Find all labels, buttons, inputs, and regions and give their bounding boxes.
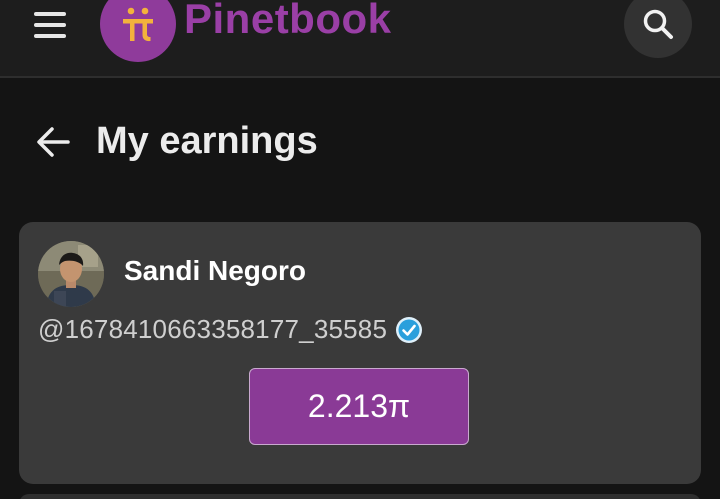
pi-glyph-icon [123, 7, 153, 42]
avatar[interactable] [38, 241, 104, 307]
menu-button[interactable] [30, 10, 70, 44]
menu-bar-line [34, 12, 66, 16]
user-name[interactable]: Sandi Negoro [124, 255, 306, 287]
user-handle: @1678410663358177_35585 [38, 314, 388, 344]
menu-bar-line [34, 34, 66, 38]
pi-logo-icon [100, 0, 176, 62]
arrow-left-icon [37, 127, 70, 157]
app-screen: Pinetbook My earnings Sandi Negoro @1678… [0, 0, 720, 499]
search-button[interactable] [624, 0, 692, 58]
next-card-edge [19, 494, 701, 499]
avatar-photo [38, 241, 104, 307]
back-button[interactable] [34, 122, 74, 162]
top-bar: Pinetbook [0, 0, 720, 78]
earnings-card: Sandi Negoro @1678410663358177_35585 2.2… [19, 222, 701, 484]
page-title: My earnings [96, 120, 318, 162]
brand-name: Pinetbook [184, 0, 392, 42]
menu-bar-line [34, 23, 66, 27]
user-handle-row: @1678410663358177_35585 [38, 314, 423, 345]
search-icon [643, 9, 673, 39]
verified-check-icon [396, 316, 423, 343]
earnings-amount-button[interactable]: 2.213π [249, 368, 469, 445]
brand-logo[interactable]: Pinetbook [100, 0, 392, 62]
